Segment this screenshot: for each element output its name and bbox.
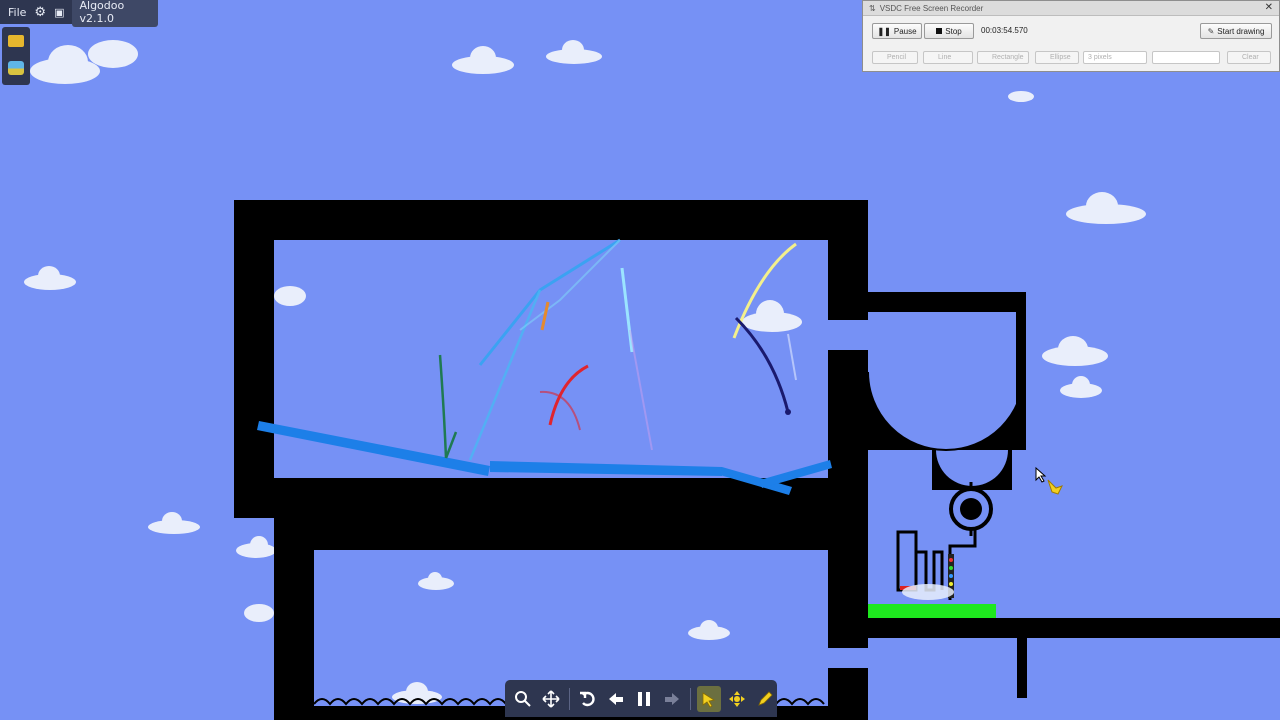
color-select[interactable]: [1152, 51, 1220, 64]
simulation-toolbar: [505, 680, 777, 717]
gear-icon[interactable]: ⚙: [34, 5, 46, 20]
green-platform: [868, 604, 996, 618]
hand-cursor-icon: [1047, 479, 1063, 495]
blue-plank: [490, 461, 722, 476]
clear-button[interactable]: Clear: [1227, 51, 1271, 64]
toolbar-separator: [569, 687, 570, 710]
grass-strip: [313, 698, 507, 706]
scene-drawing: [257, 238, 1063, 720]
scene-icon[interactable]: [8, 61, 24, 75]
recorder-titlebar: ⇅ VSDC Free Screen Recorder ✕: [863, 1, 1279, 16]
toolbar-separator: [690, 687, 691, 710]
drag-tool-icon[interactable]: [696, 685, 721, 712]
close-icon[interactable]: ✕: [1265, 2, 1273, 13]
line-tool[interactable]: Line: [923, 51, 973, 64]
redo-icon[interactable]: [660, 686, 684, 712]
recorder-window: ⇅ VSDC Free Screen Recorder ✕ ❚❚ Pause S…: [862, 0, 1280, 72]
undo-icon[interactable]: [576, 686, 600, 712]
simulation-canvas[interactable]: [0, 0, 1280, 720]
recording-timer: 00:03:54.570: [981, 26, 1028, 35]
move-icon[interactable]: [539, 686, 563, 712]
pause-icon[interactable]: [632, 686, 656, 712]
funnel-bowl: [868, 372, 1024, 450]
move-tool-icon[interactable]: [725, 686, 749, 712]
algodoo-sidebar: [2, 27, 30, 85]
pause-icon: ❚❚: [877, 26, 891, 36]
start-drawing-button[interactable]: ✎ Start drawing: [1200, 23, 1272, 39]
pencil-icon: ✎: [1207, 26, 1215, 36]
zoom-icon[interactable]: [511, 686, 535, 712]
blue-plank: [760, 460, 832, 488]
version-label: Algodoo v2.1.0: [72, 0, 158, 27]
wheel-hub: [960, 498, 982, 520]
stop-button[interactable]: Stop: [924, 23, 974, 39]
back-icon[interactable]: [604, 686, 628, 712]
recorder-title: VSDC Free Screen Recorder: [879, 3, 984, 13]
window-icon[interactable]: ▣: [54, 6, 64, 19]
rectangle-tool[interactable]: Rectangle: [977, 51, 1029, 64]
stop-icon: [936, 28, 943, 34]
pencil-tool-icon[interactable]: [753, 686, 777, 712]
blue-plank: [257, 421, 490, 476]
pencil-tool[interactable]: Pencil: [872, 51, 918, 64]
pause-button[interactable]: ❚❚ Pause: [872, 23, 922, 39]
folder-icon[interactable]: [8, 35, 24, 47]
pixel-size-select[interactable]: 3 pixels: [1083, 51, 1147, 64]
file-menu[interactable]: File: [8, 6, 26, 19]
mouse-cursor: [1035, 466, 1047, 483]
ellipse-tool[interactable]: Ellipse: [1035, 51, 1079, 64]
algodoo-menubar: File ⚙ ▣ Algodoo v2.1.0: [0, 0, 158, 27]
